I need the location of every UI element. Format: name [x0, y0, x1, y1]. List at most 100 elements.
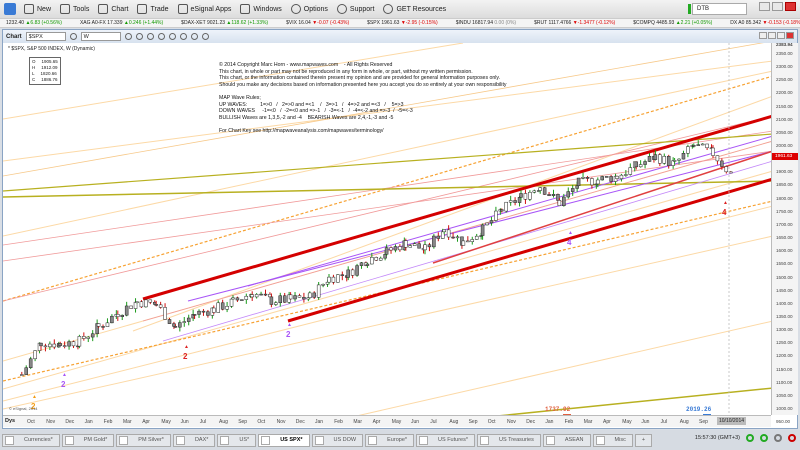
- time-axis[interactable]: Dys 10/10/2014 Oct Nov Dec Jan Feb Mar Apr May J…: [3, 415, 771, 427]
- trendline-orange[interactable]: [3, 171, 771, 390]
- tab-us-futures-[interactable]: US Futures*: [416, 433, 475, 447]
- ticker-item[interactable]: 1232.40 ▲6.83 (+0.56%): [6, 19, 62, 27]
- interval-options-icon[interactable]: [124, 33, 132, 40]
- tab-checkbox[interactable]: [314, 435, 324, 445]
- symbol-select[interactable]: $SPX: [25, 32, 66, 41]
- tab-us-dow[interactable]: US DOW: [311, 433, 364, 447]
- chart-minimize-button[interactable]: [768, 32, 776, 39]
- tab-checkbox[interactable]: [261, 435, 271, 445]
- tab-checkbox[interactable]: [64, 435, 74, 445]
- interval-select[interactable]: W: [80, 32, 121, 41]
- candle-body: [562, 196, 566, 206]
- tab-checkbox[interactable]: [545, 435, 555, 445]
- month-tick: Dec: [526, 419, 536, 425]
- tab-checkbox[interactable]: [595, 435, 605, 445]
- trendline-pink[interactable]: [3, 116, 771, 302]
- link-icon[interactable]: [190, 33, 198, 40]
- ticker-item[interactable]: DX A0 85.342 ▼-0.153 (-0.18%): [730, 19, 800, 27]
- tab-europe-[interactable]: Europe*: [365, 433, 415, 447]
- ticker-item[interactable]: $COMPQ 4485.93 ▲2.21 (+0.05%): [633, 19, 712, 27]
- trendline-purple[interactable]: [247, 136, 771, 287]
- chart-window-controls: [759, 32, 794, 39]
- tab-checkbox[interactable]: [368, 435, 378, 445]
- menu-item-new[interactable]: New: [24, 4, 51, 14]
- cursor-icon[interactable]: [168, 33, 176, 40]
- trendline-orange[interactable]: [3, 235, 771, 410]
- menu-item-trade[interactable]: Trade: [137, 4, 169, 14]
- tab-checkbox[interactable]: [175, 435, 185, 445]
- candle-body: [647, 156, 652, 162]
- wave-label: 2: [286, 330, 291, 339]
- ticker-item[interactable]: XAG A0-FX 17.339 ▲0.246 (+1.44%): [80, 19, 164, 27]
- month-tick: Nov: [46, 419, 56, 425]
- draw-pencil-icon[interactable]: [135, 33, 143, 40]
- trendline-red[interactable]: [432, 150, 771, 264]
- tab-us-[interactable]: US*: [217, 433, 257, 447]
- menu-item-windows[interactable]: Windows: [240, 4, 282, 14]
- price-axis[interactable]: 2350.00 2300.00 2250.00 2200.00 2150.00 2100.…: [771, 42, 798, 424]
- ticker-item[interactable]: $VIX 16.04 ▼-0.07 (-0.43%): [286, 19, 350, 27]
- trendline-olive[interactable]: [3, 133, 771, 192]
- menu-item-esignal-apps[interactable]: eSignal Apps: [177, 4, 231, 14]
- comment-icon[interactable]: [201, 33, 209, 40]
- add-tab-button[interactable]: +: [634, 433, 653, 447]
- candle-body: [523, 193, 528, 200]
- candle-body: [58, 343, 62, 346]
- symbol-options-icon[interactable]: [69, 33, 77, 40]
- ticker-item[interactable]: $DAX-XET 9021.23 ▲118.62 (+1.33%): [181, 19, 268, 27]
- month-tick: Sep: [468, 419, 478, 425]
- power-icon[interactable]: [788, 434, 796, 442]
- tab-checkbox[interactable]: [5, 435, 14, 445]
- minimize-button[interactable]: [759, 2, 770, 11]
- menu-item-tools[interactable]: Tools: [60, 4, 89, 14]
- chart-restore-button[interactable]: [759, 32, 767, 39]
- tab-misc[interactable]: Misc: [592, 433, 633, 447]
- candle-body: [374, 257, 379, 261]
- wave-marker-triangle: ▲: [184, 344, 189, 350]
- ticker-item[interactable]: $INDU 16817.94 0.00 (0%): [456, 19, 516, 27]
- tab-us-treasuries[interactable]: US Treasuries: [477, 433, 541, 447]
- study-icon[interactable]: [157, 33, 165, 40]
- candle-body: [692, 145, 696, 147]
- clock-icon[interactable]: [179, 33, 187, 40]
- tab-checkbox[interactable]: [480, 435, 489, 445]
- days-label[interactable]: Dys: [5, 418, 15, 424]
- tab-asean[interactable]: ASEAN: [542, 433, 591, 447]
- month-tick: May: [391, 419, 402, 425]
- tab-us-spx-[interactable]: US SPX*: [258, 433, 310, 447]
- chat-icon[interactable]: [760, 434, 768, 442]
- ticker-change: ▼-0.07 (-0.43%): [312, 20, 350, 26]
- tab-pm-gold-[interactable]: PM Gold*: [61, 433, 115, 447]
- zoom-icon[interactable]: [146, 33, 154, 40]
- ticker-change: ▲0.246 (+1.44%): [123, 20, 164, 26]
- menu-item-label: Trade: [150, 5, 169, 13]
- tab-currencies-[interactable]: Currencies*: [2, 433, 60, 447]
- menu-item-get-resources[interactable]: GET Resources: [383, 4, 446, 14]
- settings-icon[interactable]: [774, 434, 782, 442]
- window-controls: [759, 2, 796, 11]
- chart-close-button[interactable]: [786, 32, 794, 39]
- close-button[interactable]: [785, 2, 796, 11]
- menu-item-options[interactable]: Options: [290, 4, 328, 14]
- tab-dax-[interactable]: DAX*: [172, 433, 216, 447]
- tab-checkbox[interactable]: [220, 435, 230, 445]
- menu-item-support[interactable]: Support: [336, 4, 374, 14]
- tab-checkbox[interactable]: [419, 435, 429, 445]
- esignal-watermark: © eSignal, 2014: [9, 406, 38, 411]
- trendline-orange[interactable]: [3, 205, 771, 402]
- ticker-last: 85.342: [745, 20, 762, 26]
- ticker-item[interactable]: $RUT 1117.4766 ▼-1.3477 (-0.12%): [534, 19, 615, 27]
- chart-maximize-button[interactable]: [777, 32, 785, 39]
- tab-pm-silver-[interactable]: PM Silver*: [116, 433, 171, 447]
- month-tick: Oct: [257, 419, 266, 425]
- month-tick: Jan: [315, 419, 324, 425]
- candle-body: [263, 293, 268, 296]
- menu-item-label: Chart: [111, 5, 129, 13]
- menu-item-chart[interactable]: Chart: [98, 4, 128, 14]
- ticker-item[interactable]: $SPX 1961.63 ▼-2.95 (-0.15%): [367, 19, 438, 27]
- candle-body: [182, 321, 187, 323]
- maximize-button[interactable]: [772, 2, 783, 11]
- symbol-search-input[interactable]: DTB: [692, 3, 747, 15]
- tab-checkbox[interactable]: [119, 435, 129, 445]
- wave-marker-triangle: ▲: [62, 372, 67, 378]
